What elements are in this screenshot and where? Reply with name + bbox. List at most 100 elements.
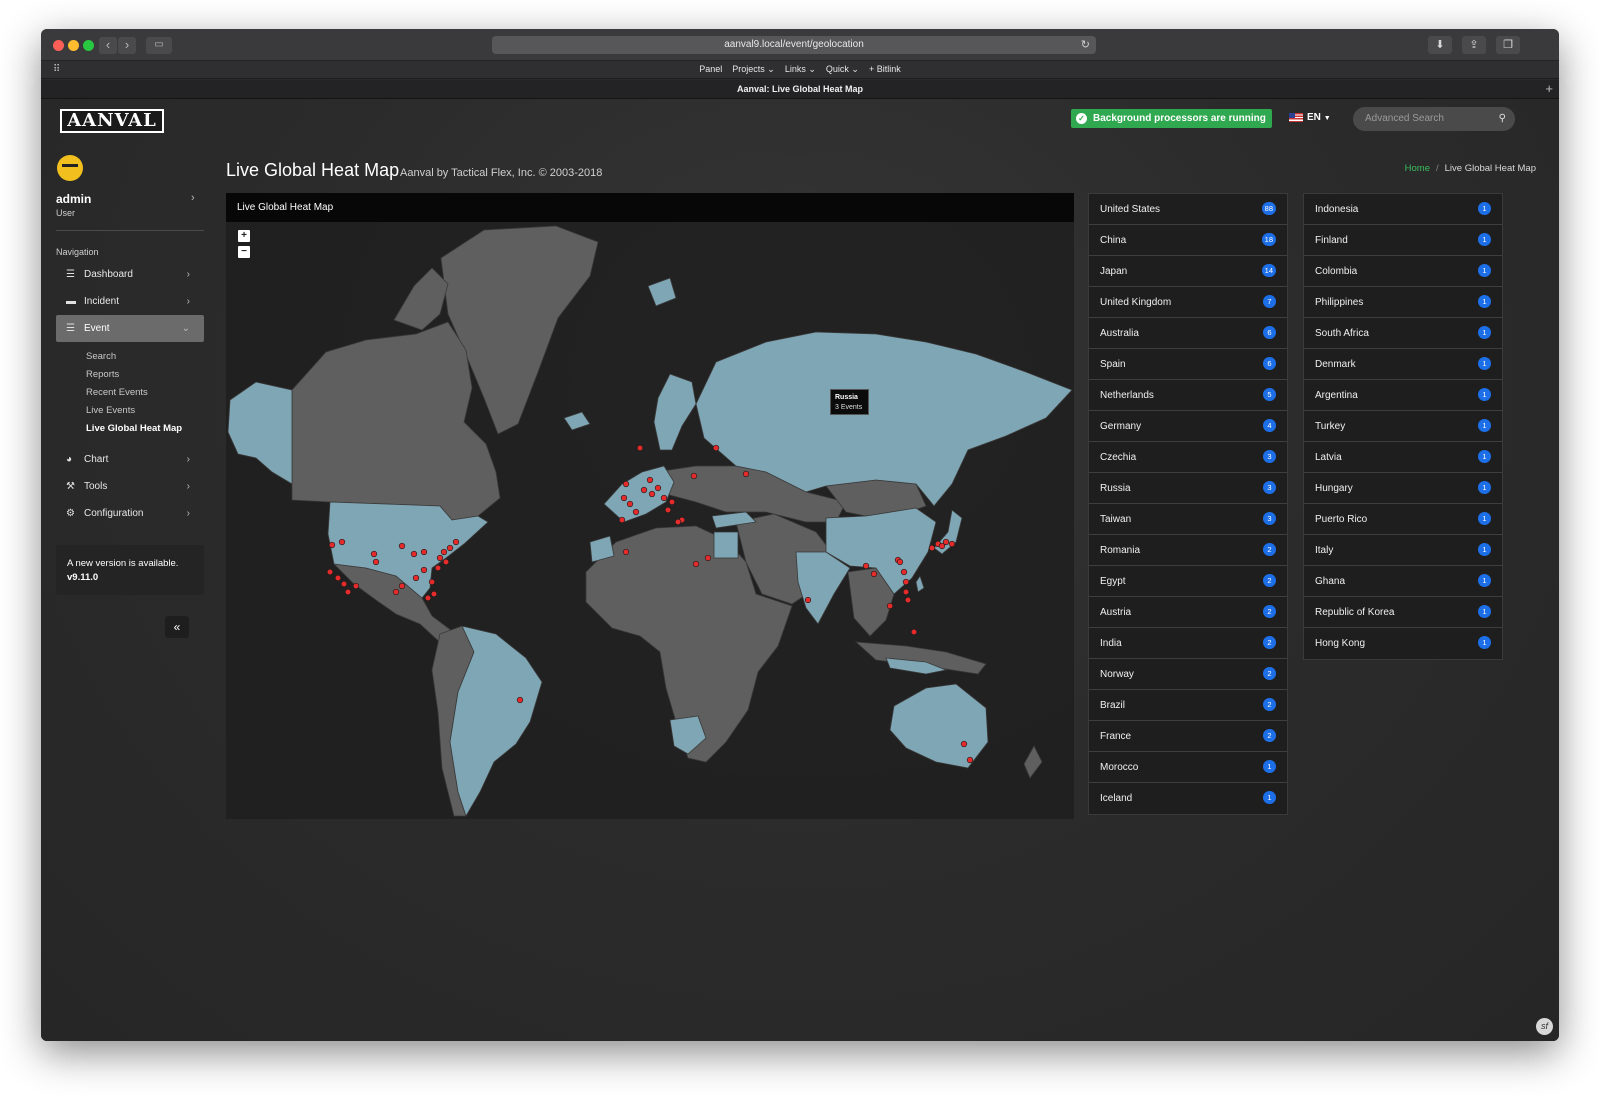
country-row[interactable]: France 2: [1089, 721, 1287, 752]
event-marker[interactable]: [654, 484, 662, 492]
tab-title[interactable]: Aanval: Live Global Heat Map: [41, 84, 1559, 94]
event-marker[interactable]: [424, 594, 432, 602]
maximize-window-button[interactable]: [83, 40, 94, 51]
reload-icon[interactable]: ↻: [1081, 36, 1090, 54]
event-marker[interactable]: [436, 554, 444, 562]
close-window-button[interactable]: [53, 40, 64, 51]
event-marker[interactable]: [942, 538, 950, 546]
user-name[interactable]: admin: [56, 192, 91, 206]
country-row[interactable]: United Kingdom 7: [1089, 287, 1287, 318]
breadcrumb-home-link[interactable]: Home: [1405, 163, 1430, 174]
event-marker[interactable]: [442, 558, 450, 566]
event-marker[interactable]: [428, 578, 436, 586]
event-marker[interactable]: [446, 544, 454, 552]
sidebar-toggle-button[interactable]: ▭: [146, 37, 172, 54]
sidebar-subitem-recent-events[interactable]: Recent Events: [86, 387, 148, 398]
update-notice[interactable]: A new version is available. v9.11.0: [56, 545, 204, 595]
search-icon[interactable]: ⚲: [1499, 107, 1506, 131]
event-marker[interactable]: [440, 548, 448, 556]
event-marker[interactable]: [804, 596, 812, 604]
event-marker[interactable]: [636, 444, 644, 452]
event-marker[interactable]: [712, 444, 720, 452]
country-row[interactable]: Romania 2: [1089, 535, 1287, 566]
country-row[interactable]: Philippines 1: [1304, 287, 1502, 318]
event-marker[interactable]: [392, 588, 400, 596]
event-marker[interactable]: [340, 580, 348, 588]
sidebar-subitem-search[interactable]: Search: [86, 351, 116, 362]
event-marker[interactable]: [928, 544, 936, 552]
event-marker[interactable]: [412, 574, 420, 582]
advanced-search-input[interactable]: Advanced Search ⚲: [1353, 107, 1515, 131]
country-row[interactable]: Latvia 1: [1304, 442, 1502, 473]
country-row[interactable]: Argentina 1: [1304, 380, 1502, 411]
collapse-sidebar-button[interactable]: «: [165, 616, 189, 638]
event-marker[interactable]: [420, 548, 428, 556]
event-marker[interactable]: [622, 480, 630, 488]
event-marker[interactable]: [618, 516, 626, 524]
country-row[interactable]: Colombia 1: [1304, 256, 1502, 287]
event-marker[interactable]: [420, 566, 428, 574]
country-row[interactable]: Italy 1: [1304, 535, 1502, 566]
event-marker[interactable]: [646, 476, 654, 484]
favorite-link[interactable]: Projects ⌄: [732, 64, 775, 74]
event-marker[interactable]: [328, 541, 336, 549]
event-marker[interactable]: [622, 548, 630, 556]
event-marker[interactable]: [344, 588, 352, 596]
new-tab-icon[interactable]: +: [1545, 81, 1553, 96]
event-marker[interactable]: [326, 568, 334, 576]
country-row[interactable]: United States 88: [1089, 194, 1287, 225]
country-row[interactable]: South Africa 1: [1304, 318, 1502, 349]
sidebar-item-configuration[interactable]: ⚙ Configuration ›: [56, 500, 204, 527]
share-button[interactable]: ⇪: [1462, 36, 1486, 54]
event-marker[interactable]: [668, 498, 676, 506]
event-marker[interactable]: [902, 578, 910, 586]
event-marker[interactable]: [338, 538, 346, 546]
country-row[interactable]: Finland 1: [1304, 225, 1502, 256]
event-marker[interactable]: [434, 564, 442, 572]
favorite-link[interactable]: Panel: [699, 64, 722, 74]
event-marker[interactable]: [862, 562, 870, 570]
event-marker[interactable]: [948, 540, 956, 548]
country-row[interactable]: Brazil 2: [1089, 690, 1287, 721]
favorite-link[interactable]: Links ⌄: [785, 64, 816, 74]
event-marker[interactable]: [870, 570, 878, 578]
event-marker[interactable]: [690, 472, 698, 480]
event-marker[interactable]: [704, 554, 712, 562]
country-row[interactable]: Egypt 2: [1089, 566, 1287, 597]
event-marker[interactable]: [660, 494, 668, 502]
aanval-logo[interactable]: AANVAL: [60, 109, 164, 133]
country-row[interactable]: Morocco 1: [1089, 752, 1287, 783]
avatar[interactable]: [57, 155, 83, 181]
downloads-button[interactable]: ⬇: [1428, 36, 1452, 54]
sidebar-item-chart[interactable]: ◕ Chart ›: [56, 446, 204, 473]
event-marker[interactable]: [960, 740, 968, 748]
event-marker[interactable]: [966, 756, 974, 764]
country-row[interactable]: Hong Kong 1: [1304, 628, 1502, 659]
event-marker[interactable]: [648, 490, 656, 498]
event-marker[interactable]: [352, 582, 360, 590]
event-marker[interactable]: [430, 590, 438, 598]
event-marker[interactable]: [886, 602, 894, 610]
country-row[interactable]: Germany 4: [1089, 411, 1287, 442]
country-row[interactable]: Indonesia 1: [1304, 194, 1502, 225]
country-row[interactable]: Russia 3: [1089, 473, 1287, 504]
event-marker[interactable]: [626, 500, 634, 508]
favorite-link[interactable]: + Bitlink: [869, 64, 901, 74]
sidebar-subitem-reports[interactable]: Reports: [86, 369, 119, 380]
country-row[interactable]: Hungary 1: [1304, 473, 1502, 504]
event-marker[interactable]: [692, 560, 700, 568]
country-row[interactable]: Netherlands 5: [1089, 380, 1287, 411]
event-marker[interactable]: [452, 538, 460, 546]
event-marker[interactable]: [632, 508, 640, 516]
chevron-right-icon[interactable]: ›: [191, 192, 195, 204]
country-row[interactable]: Taiwan 3: [1089, 504, 1287, 535]
minimize-window-button[interactable]: [68, 40, 79, 51]
favorite-link[interactable]: Quick ⌄: [826, 64, 859, 74]
sidebar-item-incident[interactable]: ▬ Incident ›: [56, 288, 204, 315]
event-marker[interactable]: [904, 596, 912, 604]
event-marker[interactable]: [900, 568, 908, 576]
country-row[interactable]: Denmark 1: [1304, 349, 1502, 380]
country-row[interactable]: Australia 6: [1089, 318, 1287, 349]
country-row[interactable]: Spain 6: [1089, 349, 1287, 380]
sidebar-subitem-live-global-heat-map[interactable]: Live Global Heat Map: [86, 423, 182, 434]
